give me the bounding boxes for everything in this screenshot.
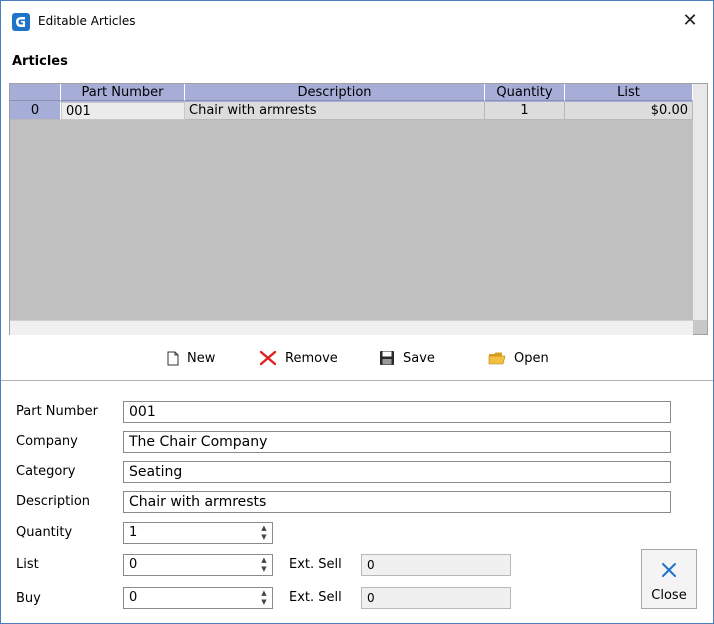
buy-ext-sell-label: Ext. Sell (289, 590, 342, 605)
part-number-cell[interactable]: 001 (61, 102, 185, 120)
description-label: Description (16, 494, 91, 509)
toolbar-divider (1, 380, 713, 381)
company-label: Company (16, 434, 78, 449)
company-field[interactable]: The Chair Company (123, 431, 671, 453)
spin-up-icon[interactable]: ▲ (259, 589, 269, 598)
spin-up-icon[interactable]: ▲ (259, 524, 269, 533)
spin-down-icon[interactable]: ▼ (259, 533, 269, 542)
column-header-part-number[interactable]: Part Number (61, 84, 185, 101)
list-cell[interactable]: $0.00 (565, 102, 693, 120)
window-title: Editable Articles (38, 14, 136, 28)
new-button-label: New (187, 350, 216, 366)
close-button[interactable]: Close (641, 549, 697, 609)
column-header-quantity[interactable]: Quantity (485, 84, 565, 101)
save-button[interactable]: Save (379, 347, 435, 369)
list-value: 0 (129, 557, 138, 572)
open-button[interactable]: Open (488, 347, 549, 369)
app-logo-icon (12, 13, 30, 31)
quantity-label: Quantity (16, 525, 73, 540)
new-button[interactable]: New (167, 347, 215, 369)
remove-button[interactable]: Remove (259, 347, 338, 369)
quantity-stepper[interactable]: 1 ▲ ▼ (123, 522, 273, 544)
list-spin-arrows[interactable]: ▲ ▼ (259, 556, 269, 574)
editable-articles-window: Editable Articles ✕ Articles Part Number… (0, 0, 714, 624)
remove-button-label: Remove (285, 350, 338, 366)
horizontal-scrollbar[interactable] (10, 320, 693, 335)
spin-down-icon[interactable]: ▼ (259, 598, 269, 607)
quantity-value: 1 (129, 525, 138, 540)
open-folder-icon (488, 352, 506, 365)
buy-label: Buy (16, 591, 41, 606)
article-toolbar: New Remove Save Open (1, 341, 713, 377)
list-label: List (16, 557, 39, 572)
column-header-description[interactable]: Description (185, 84, 485, 101)
close-button-label: Close (651, 588, 687, 603)
open-button-label: Open (514, 350, 549, 366)
column-header-list[interactable]: List (565, 84, 693, 101)
articles-grid[interactable]: Part Number Description Quantity List 0 … (9, 83, 708, 335)
title-bar: Editable Articles ✕ (1, 1, 713, 39)
part-number-field[interactable]: 001 (123, 401, 671, 423)
buy-ext-sell-field: 0 (361, 587, 511, 609)
list-ext-sell-field: 0 (361, 554, 511, 576)
buy-spin-arrows[interactable]: ▲ ▼ (259, 589, 269, 607)
floppy-disk-icon (380, 351, 394, 365)
close-x-icon (662, 563, 676, 577)
articles-heading: Articles (12, 54, 68, 69)
description-field[interactable]: Chair with armrests (123, 491, 671, 513)
row-index-cell[interactable]: 0 (10, 102, 61, 120)
window-close-icon[interactable]: ✕ (675, 7, 705, 35)
category-label: Category (16, 464, 76, 479)
quantity-cell[interactable]: 1 (485, 102, 565, 120)
grid-header: Part Number Description Quantity List (10, 84, 693, 102)
table-row[interactable]: 0 001 Chair with armrests 1 $0.00 (10, 102, 693, 120)
scrollbar-corner (693, 320, 707, 334)
new-document-icon (167, 351, 179, 365)
grid-header-corner[interactable] (10, 84, 61, 101)
list-stepper[interactable]: 0 ▲ ▼ (123, 554, 273, 576)
buy-stepper[interactable]: 0 ▲ ▼ (123, 587, 273, 609)
vertical-scrollbar[interactable] (693, 84, 707, 320)
category-field[interactable]: Seating (123, 461, 671, 483)
save-button-label: Save (403, 350, 435, 366)
list-ext-sell-label: Ext. Sell (289, 557, 342, 572)
quantity-spin-arrows[interactable]: ▲ ▼ (259, 524, 269, 542)
part-number-label: Part Number (16, 404, 99, 419)
description-cell[interactable]: Chair with armrests (185, 102, 485, 120)
spin-down-icon[interactable]: ▼ (259, 565, 269, 574)
buy-value: 0 (129, 590, 138, 605)
spin-up-icon[interactable]: ▲ (259, 556, 269, 565)
remove-x-icon (259, 350, 277, 366)
